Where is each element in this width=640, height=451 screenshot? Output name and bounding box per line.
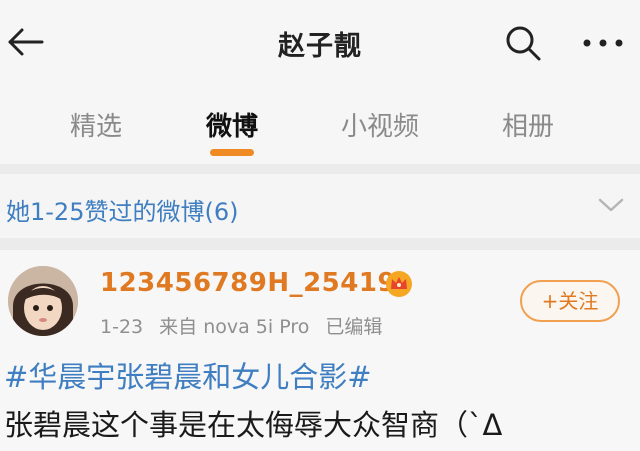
post-source: 来自 nova 5i Pro bbox=[159, 316, 310, 338]
post-edited-label: 已编辑 bbox=[325, 316, 383, 338]
post-username[interactable]: 123456789H_25419 bbox=[100, 268, 396, 298]
child-portrait-icon bbox=[8, 266, 78, 336]
post-meta: 1-23 来自 nova 5i Pro 已编辑 bbox=[100, 312, 392, 339]
vip-crown-icon bbox=[384, 270, 414, 298]
top-bar: 赵子靓 bbox=[0, 0, 640, 84]
profile-tabs: 精选 微博 小视频 相册 bbox=[0, 84, 640, 164]
chevron-down-icon bbox=[598, 198, 624, 212]
expand-liked-button[interactable] bbox=[596, 192, 626, 218]
liked-posts-row[interactable]: 她1-25赞过的微博(6) bbox=[0, 174, 640, 238]
search-icon bbox=[506, 26, 541, 61]
post-hashtag[interactable]: #华晨宇张碧晨和女儿合影# bbox=[4, 354, 372, 396]
tab-weibo[interactable]: 微博 bbox=[182, 106, 282, 143]
more-button[interactable] bbox=[578, 22, 628, 64]
section-divider bbox=[0, 164, 640, 174]
weibo-post: 123456789H_25419 1-23 来自 nova 5i Pro 已编辑… bbox=[0, 250, 640, 451]
tab-featured[interactable]: 精选 bbox=[46, 106, 146, 143]
tab-album[interactable]: 相册 bbox=[478, 106, 578, 143]
page-title: 赵子靓 bbox=[278, 31, 362, 62]
tab-short-videos[interactable]: 小视频 bbox=[330, 106, 430, 143]
active-tab-indicator bbox=[210, 149, 254, 156]
more-dots-icon bbox=[583, 39, 623, 47]
search-button[interactable] bbox=[502, 22, 544, 64]
section-divider bbox=[0, 238, 640, 250]
post-content: 张碧晨这个事是在太侮辱大众智商（`Δ bbox=[4, 408, 503, 442]
avatar[interactable] bbox=[8, 266, 78, 336]
follow-button[interactable]: +关注 bbox=[520, 280, 620, 322]
post-date: 1-23 bbox=[100, 316, 144, 338]
liked-posts-label: 她1-25赞过的微博(6) bbox=[6, 198, 239, 226]
